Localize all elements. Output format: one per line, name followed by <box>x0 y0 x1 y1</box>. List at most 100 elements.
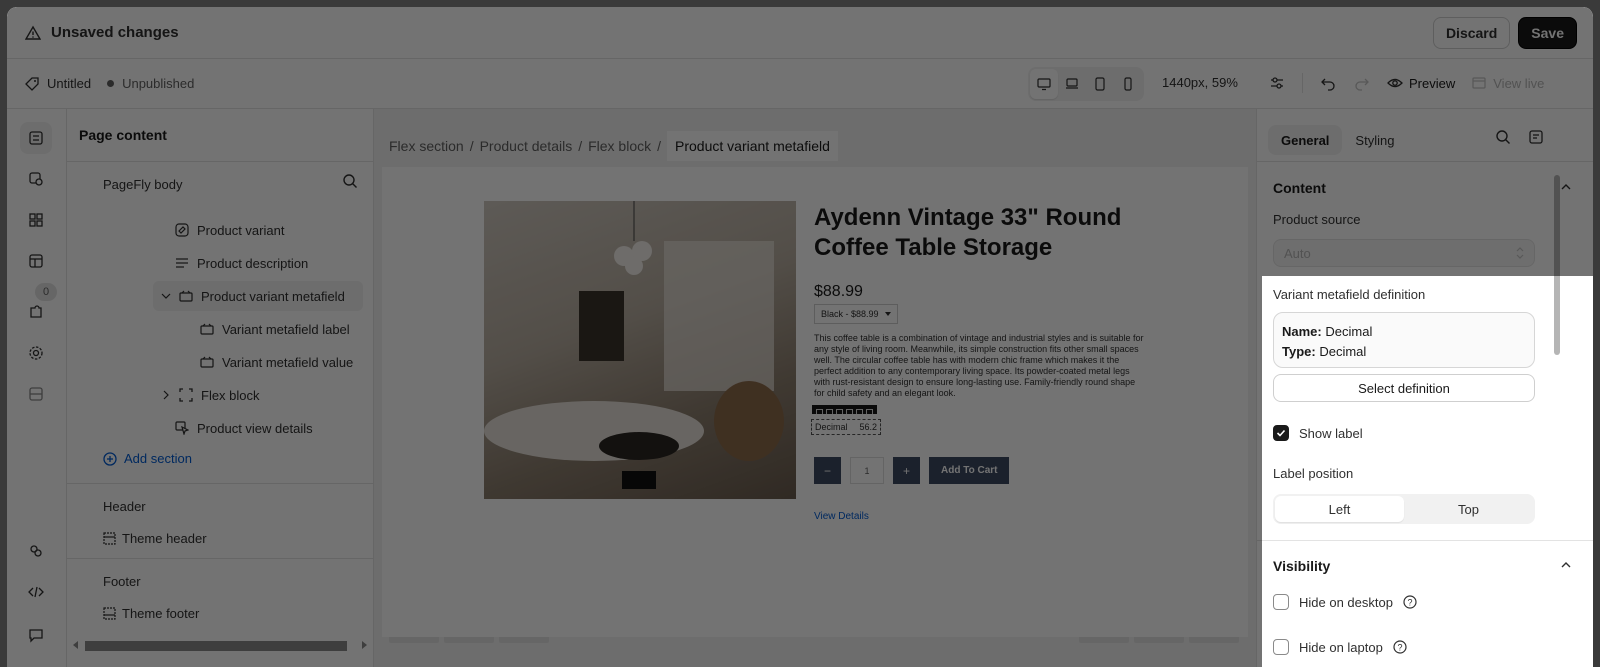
product-image[interactable] <box>484 201 796 499</box>
tab-general[interactable]: General <box>1268 125 1343 155</box>
product-title[interactable]: Aydenn Vintage 33" Round Coffee Table St… <box>814 203 1144 263</box>
caret-down-icon <box>884 312 891 316</box>
tablet-icon <box>1095 77 1105 91</box>
tab-styling[interactable]: Styling <box>1342 125 1407 155</box>
toolbar-divider <box>1302 73 1303 93</box>
save-button[interactable]: Save <box>1518 16 1577 49</box>
code-rail-button[interactable] <box>20 576 52 608</box>
product-description[interactable]: This coffee table is a combination of vi… <box>814 333 1144 399</box>
breadcrumb-flex-section[interactable]: Flex section <box>389 138 464 154</box>
panel-horizontal-scrollbar[interactable] <box>67 637 374 653</box>
position-left-option[interactable]: Left <box>1275 496 1404 522</box>
props-scrollbar[interactable] <box>1554 175 1560 355</box>
apps-rail-button[interactable] <box>20 535 52 567</box>
tree-item-variant-metafield-value[interactable]: Variant metafield value <box>200 347 353 377</box>
select-definition-button[interactable]: Select definition <box>1273 374 1535 402</box>
footer-section-title: Footer <box>103 574 141 589</box>
redo-button[interactable] <box>1347 68 1377 98</box>
scroll-right-icon[interactable] <box>361 641 367 649</box>
living-room-illustration <box>484 201 784 489</box>
view-live-button[interactable]: View live <box>1465 68 1550 98</box>
checkbox-checked[interactable] <box>1273 425 1289 441</box>
tree-item-product-variant[interactable]: Product variant <box>175 215 284 245</box>
discard-button[interactable]: Discard <box>1432 16 1511 49</box>
publish-status: Unpublished <box>122 76 195 91</box>
add-section-button[interactable]: Add section <box>103 451 192 466</box>
chevron-right-icon[interactable] <box>161 390 171 400</box>
tree-item-label: Product view details <box>197 420 313 436</box>
redo-icon <box>1355 78 1369 91</box>
content-group-title[interactable]: Content <box>1273 180 1326 196</box>
zoom-level[interactable]: 1440px, 59% <box>1162 75 1238 90</box>
sections-rail-button[interactable] <box>20 204 52 236</box>
visibility-group-title[interactable]: Visibility <box>1273 558 1330 574</box>
breadcrumb-flex-block[interactable]: Flex block <box>588 138 651 154</box>
position-top-option[interactable]: Top <box>1404 496 1533 522</box>
settings-rail-button[interactable] <box>20 337 52 369</box>
desktop-device-button[interactable] <box>1030 69 1058 99</box>
tree-item-label: Variant metafield label <box>222 321 350 337</box>
chat-rail-button[interactable] <box>20 619 52 651</box>
chevron-up-icon[interactable] <box>1561 182 1571 192</box>
quantity-and-cart: − 1 + Add To Cart <box>814 457 1010 484</box>
gear-icon <box>29 346 43 360</box>
search-icon[interactable] <box>342 173 358 189</box>
mobile-device-button[interactable] <box>1114 69 1142 99</box>
hide-laptop-checkbox[interactable]: Hide on laptop ? <box>1273 639 1407 655</box>
tablet-device-button[interactable] <box>1086 69 1114 99</box>
hide-desktop-checkbox[interactable]: Hide on desktop ? <box>1273 594 1417 610</box>
add-elements-rail-button[interactable] <box>20 163 52 195</box>
chevron-down-icon[interactable] <box>161 291 171 301</box>
shapes-icon <box>29 172 43 186</box>
tree-item-variant-metafield-label[interactable]: Variant metafield label <box>200 314 350 344</box>
theme-footer-item[interactable]: Theme footer <box>103 606 199 621</box>
list-icon <box>29 387 43 401</box>
scrollbar-thumb[interactable] <box>85 641 347 651</box>
puzzle-icon <box>30 305 42 318</box>
breadcrumb-current[interactable]: Product variant metafield <box>667 131 838 161</box>
layers-rail-button[interactable] <box>20 122 52 154</box>
help-icon[interactable]: ? <box>1403 595 1417 609</box>
settings-sliders-button[interactable] <box>1262 68 1292 98</box>
left-icon-rail: 0 <box>7 109 67 667</box>
header-section-title: Header <box>103 499 146 514</box>
help-icon[interactable]: ? <box>1393 640 1407 654</box>
tree-item-label: Product variant <box>197 222 285 238</box>
qty-input[interactable]: 1 <box>850 457 884 484</box>
qty-decrease-button[interactable]: − <box>814 457 841 484</box>
tree-item-product-variant-metafield[interactable]: Product variant metafield <box>153 281 363 311</box>
laptop-device-button[interactable] <box>1058 69 1086 99</box>
checkbox-unchecked[interactable] <box>1273 594 1289 610</box>
qty-increase-button[interactable]: + <box>893 457 920 484</box>
props-divider <box>1257 540 1593 541</box>
variant-select[interactable]: Black - $88.99 <box>814 304 898 324</box>
definition-name-value: Decimal <box>1325 324 1373 339</box>
page-content-panel: Page content PageFly body Product varian… <box>67 109 374 667</box>
pagefly-body-label: PageFly body <box>103 177 183 192</box>
breadcrumb-product-details[interactable]: Product details <box>480 138 573 154</box>
templates-rail-button[interactable] <box>20 245 52 277</box>
notes-icon[interactable] <box>1528 129 1544 145</box>
toolbar-actions: Preview View live <box>1262 68 1550 98</box>
tree-item-flex-block[interactable]: Flex block <box>161 380 260 410</box>
search-icon[interactable] <box>1495 129 1511 145</box>
chevron-up-icon[interactable] <box>1561 560 1571 570</box>
product-source-select[interactable]: Auto <box>1273 239 1535 267</box>
metafield-content[interactable]: Decimal 56.2 <box>810 419 882 435</box>
tree-item-product-description[interactable]: Product description <box>175 248 308 278</box>
checkbox-unchecked[interactable] <box>1273 639 1289 655</box>
show-label-checkbox[interactable]: Show label <box>1273 425 1363 441</box>
tree-item-product-view-details[interactable]: Product view details <box>175 413 313 443</box>
add-to-cart-button[interactable]: Add To Cart <box>929 457 1010 484</box>
scroll-left-icon[interactable] <box>73 641 79 649</box>
preview-button[interactable]: Preview <box>1381 68 1461 98</box>
view-details-link[interactable]: View Details <box>814 511 869 522</box>
page-name[interactable]: Untitled <box>47 76 91 91</box>
variant-metafield-element[interactable]: Decimal 56.2 <box>809 414 883 440</box>
panel-divider <box>67 483 374 484</box>
data-rail-button[interactable] <box>20 378 52 410</box>
svg-text:?: ? <box>1397 643 1402 653</box>
theme-header-item[interactable]: Theme header <box>103 531 207 546</box>
product-source-value: Auto <box>1284 245 1311 261</box>
undo-button[interactable] <box>1313 68 1343 98</box>
